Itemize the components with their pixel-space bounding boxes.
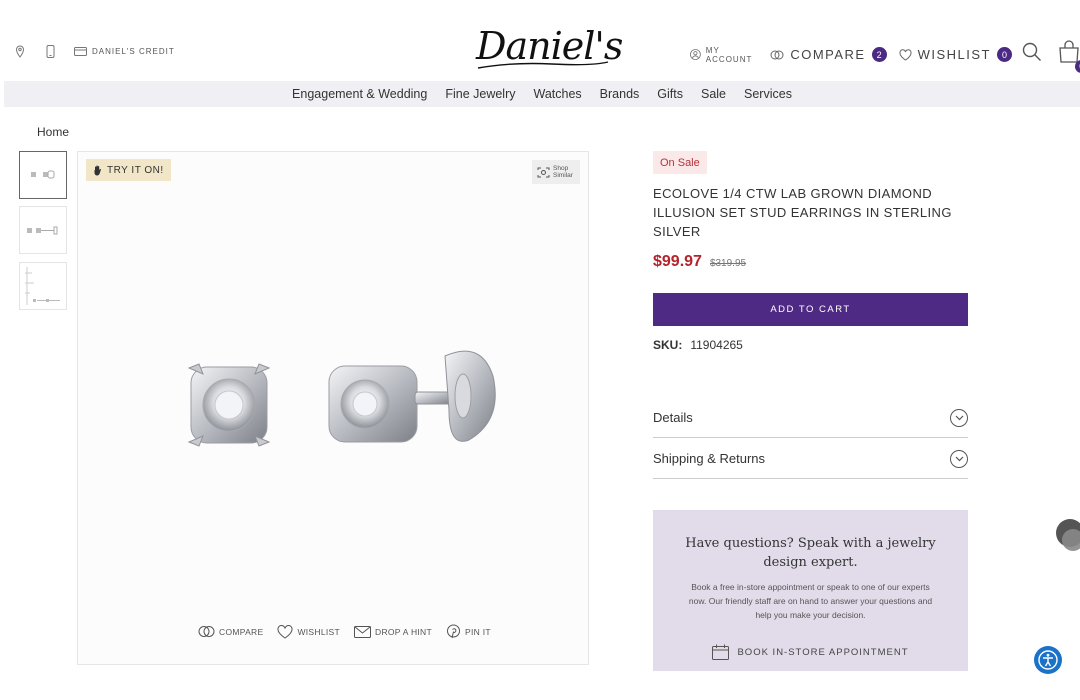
wishlist-count-badge: 0 — [997, 47, 1012, 62]
heart-icon — [899, 48, 912, 61]
heart-icon — [277, 624, 293, 639]
chevron-down-icon — [950, 408, 968, 427]
credit-label: DANIEL'S CREDIT — [92, 46, 175, 56]
chevron-down-icon — [950, 449, 968, 468]
thumbnail-2[interactable] — [19, 206, 67, 254]
search-icon[interactable] — [1022, 42, 1042, 67]
product-image-earrings — [187, 350, 496, 447]
wishlist-label: WISHLIST — [917, 47, 991, 62]
compare-label: COMPARE — [790, 47, 866, 62]
breadcrumb: Home — [37, 125, 69, 139]
gallery-wishlist-label: WISHLIST — [297, 626, 340, 637]
calendar-icon — [712, 644, 730, 660]
pin-it-label: PIN IT — [465, 626, 491, 637]
drop-a-hint-button[interactable]: DROP A HINT — [354, 625, 432, 638]
header-utilities: DANIEL'S CREDIT — [14, 44, 175, 58]
nav-services[interactable]: Services — [744, 87, 792, 101]
compare-rings-icon — [770, 50, 784, 59]
logo-swash — [477, 61, 609, 69]
add-to-cart-button[interactable]: ADD TO CART — [653, 293, 968, 326]
nav-sale[interactable]: Sale — [701, 87, 726, 101]
shop-similar-line2: Similar — [553, 172, 573, 179]
nav-engagement-wedding[interactable]: Engagement & Wedding — [292, 87, 427, 101]
accessibility-icon[interactable] — [1034, 646, 1062, 674]
pinterest-icon — [447, 624, 460, 639]
try-it-on-label: TRY IT ON! — [107, 164, 164, 176]
on-sale-badge: On Sale — [653, 151, 707, 174]
wishlist-link[interactable]: WISHLIST 0 — [899, 47, 1012, 62]
sku-value: 11904265 — [690, 338, 743, 352]
sku-row: SKU: 11904265 — [653, 338, 743, 352]
compare-link[interactable]: COMPARE 2 — [770, 47, 887, 62]
gallery-wishlist-button[interactable]: WISHLIST — [277, 624, 340, 639]
thumbnail-size-chart — [25, 267, 60, 305]
shop-similar-line1: Shop — [553, 165, 569, 172]
product-title: ECOLOVE 1/4 CTW LAB GROWN DIAMOND ILLUSI… — [653, 186, 952, 239]
thumbnail-earrings-front — [31, 170, 55, 179]
cart-count-badge: 0 — [1075, 60, 1080, 73]
gallery-compare-button[interactable]: COMPARE — [198, 624, 263, 639]
shopping-bag-button[interactable]: 0 — [1058, 40, 1080, 73]
shipping-returns-label: Shipping & Returns — [653, 451, 766, 466]
daniels-credit-link[interactable]: DANIEL'S CREDIT — [74, 46, 175, 56]
camera-scan-icon — [537, 167, 550, 177]
product-gallery[interactable]: TRY IT ON! Shop Similar COMPARE WISHLIST… — [77, 151, 589, 665]
thumbnail-1[interactable] — [19, 151, 67, 199]
thumbnail-earrings-side — [27, 226, 58, 235]
sku-label: SKU: — [653, 338, 683, 352]
user-icon — [690, 49, 701, 60]
chat-bubble-icon[interactable] — [1054, 517, 1080, 551]
my-account-label: MY ACCOUNT — [705, 45, 753, 64]
drop-a-hint-label: DROP A HINT — [375, 626, 432, 637]
compare-count-badge: 2 — [871, 47, 887, 62]
try-it-on-button[interactable]: TRY IT ON! — [86, 159, 171, 181]
shop-similar-label: Shop Similar — [553, 165, 573, 179]
product-price: $99.97 $319.95 — [653, 253, 746, 271]
header: DANIEL'S CREDIT Daniel's MY ACCOUNT COMP… — [0, 0, 1080, 80]
header-actions: MY ACCOUNT COMPARE 2 WISHLIST 0 0 — [690, 40, 1080, 73]
book-appointment-label: BOOK IN-STORE APPOINTMENT — [737, 646, 909, 658]
nav-fine-jewelry[interactable]: Fine Jewelry — [445, 87, 515, 101]
shipping-returns-accordion[interactable]: Shipping & Returns — [653, 439, 968, 479]
details-accordion-label: Details — [653, 410, 693, 425]
credit-card-icon — [74, 46, 87, 56]
thumbnail-3[interactable] — [19, 262, 67, 310]
main-nav: Engagement & Wedding Fine Jewelry Watche… — [4, 81, 1080, 107]
nav-gifts[interactable]: Gifts — [657, 87, 683, 101]
gallery-compare-label: COMPARE — [219, 626, 264, 637]
expert-help-title: Have questions? Speak with a jewelry des… — [685, 536, 936, 570]
nav-brands[interactable]: Brands — [600, 87, 640, 101]
envelope-icon — [354, 625, 371, 638]
compare-rings-icon — [198, 626, 215, 637]
expert-help-panel: Have questions? Speak with a jewelry des… — [653, 510, 968, 671]
price-original: $319.95 — [709, 258, 747, 269]
phone-icon[interactable] — [44, 44, 56, 58]
my-account-link[interactable]: MY ACCOUNT — [690, 46, 758, 64]
daniels-logo[interactable]: Daniel's — [472, 24, 623, 74]
book-appointment-button[interactable]: BOOK IN-STORE APPOINTMENT — [653, 644, 968, 660]
gallery-actions: COMPARE WISHLIST DROP A HINT PIN IT — [198, 624, 491, 639]
details-accordion[interactable]: Details — [653, 398, 968, 438]
expert-help-body: Book a free in-store appointment or spea… — [688, 582, 933, 620]
hand-icon — [94, 165, 101, 176]
nav-watches[interactable]: Watches — [534, 87, 582, 101]
shop-similar-button[interactable]: Shop Similar — [532, 160, 580, 184]
price-sale: $99.97 — [653, 253, 702, 270]
breadcrumb-home[interactable]: Home — [37, 125, 69, 139]
location-pin-icon[interactable] — [14, 44, 26, 58]
pin-it-button[interactable]: PIN IT — [446, 624, 491, 639]
